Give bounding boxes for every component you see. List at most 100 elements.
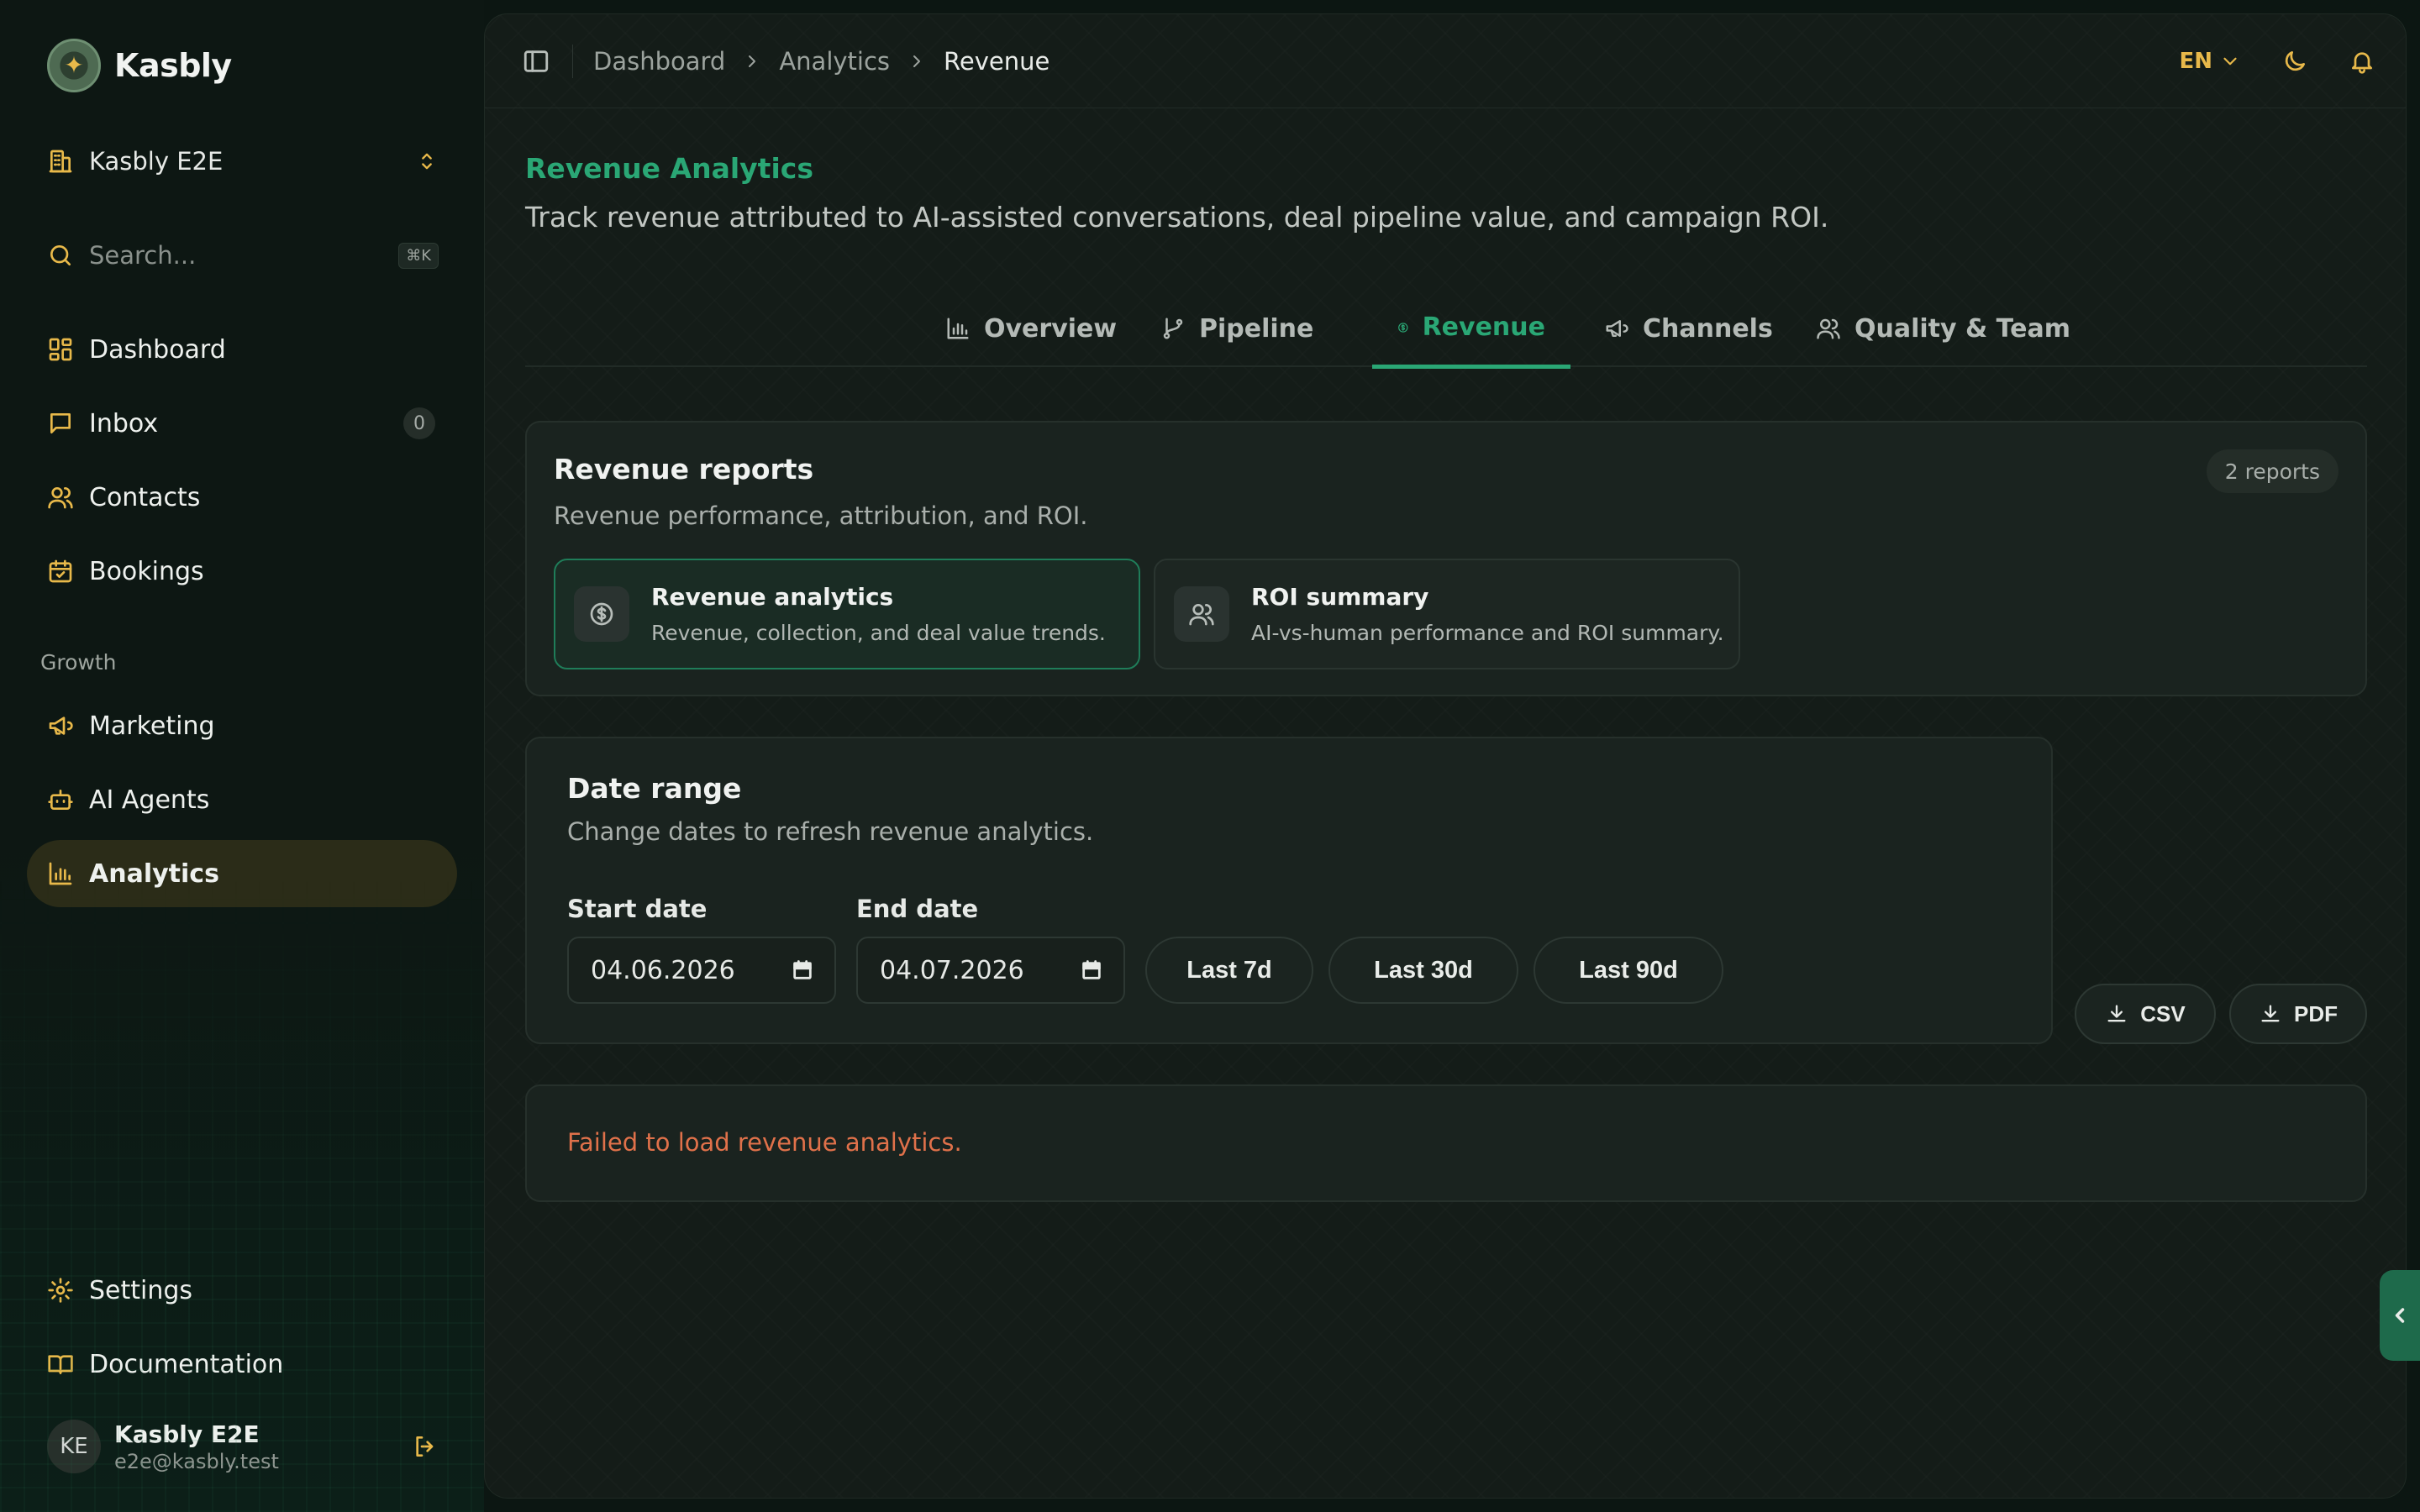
- export-pdf-label: PDF: [2294, 1000, 2338, 1026]
- inbox-icon: [50, 413, 71, 433]
- sidebar-section-growth: Growth: [40, 650, 117, 675]
- sidebar-item-contacts[interactable]: Contacts: [27, 464, 457, 531]
- report-roi-summary[interactable]: ROI summary AI-vs-human performance and …: [1154, 559, 1740, 669]
- download-icon: [2107, 1005, 2126, 1022]
- user-profile: KE Kasbly E2E e2e@kasbly.test: [47, 1416, 439, 1477]
- breadcrumb-dashboard[interactable]: Dashboard: [593, 47, 725, 76]
- chevron-left-icon: [2395, 1308, 2405, 1323]
- brand[interactable]: ✦ Kasbly: [47, 39, 232, 92]
- sidebar-item-inbox[interactable]: Inbox 0: [27, 390, 457, 457]
- moon-icon[interactable]: [2281, 48, 2308, 75]
- building-icon: [49, 150, 72, 173]
- book-icon: [48, 1355, 73, 1374]
- calendar-icon: [49, 559, 72, 583]
- export-csv-button[interactable]: CSV: [2075, 984, 2216, 1044]
- dollar-circle-icon: [590, 602, 613, 626]
- search-icon: [50, 245, 71, 265]
- date-range-subtitle: Change dates to refresh revenue analytic…: [567, 817, 1094, 846]
- bot-icon: [48, 790, 73, 810]
- reports-count-badge: 2 reports: [2206, 449, 2338, 493]
- main-panel: Dashboard Analytics Revenue EN Revenue A…: [484, 13, 2407, 1499]
- tab-overview[interactable]: Overview: [920, 290, 1142, 367]
- breadcrumb-analytics[interactable]: Analytics: [779, 47, 890, 76]
- download-icon: [2261, 1005, 2280, 1022]
- bar-chart-icon: [49, 862, 72, 885]
- chevrons-up-down-icon: [422, 153, 432, 170]
- last-90d-button[interactable]: Last 90d: [1534, 937, 1723, 1004]
- tab-pipeline[interactable]: Pipeline: [1135, 290, 1339, 367]
- calendar-icon[interactable]: [791, 958, 814, 982]
- logout-icon[interactable]: [412, 1433, 439, 1460]
- sidebar-item-documentation[interactable]: Documentation: [27, 1331, 457, 1398]
- sidebar-item-label: Dashboard: [89, 334, 226, 365]
- brand-logo: ✦: [47, 39, 101, 92]
- sidebar-toggle-icon[interactable]: [522, 47, 550, 76]
- megaphone-icon: [1606, 320, 1628, 337]
- sidebar-item-dashboard[interactable]: Dashboard: [27, 316, 457, 383]
- git-branch-icon: [1163, 318, 1183, 339]
- sidebar-item-settings[interactable]: Settings: [27, 1257, 457, 1324]
- search-input[interactable]: Search... ⌘K: [47, 239, 439, 272]
- bell-icon[interactable]: [2349, 48, 2375, 75]
- report-title: ROI summary: [1251, 583, 1429, 611]
- language-label: EN: [2179, 49, 2212, 74]
- report-icon-box: [1174, 586, 1229, 642]
- start-date-input[interactable]: 04.06.2026: [567, 937, 836, 1004]
- megaphone-icon: [49, 717, 73, 735]
- sidebar-item-ai-agents[interactable]: AI Agents: [27, 766, 457, 833]
- brand-name: Kasbly: [114, 47, 232, 84]
- tab-label: Overview: [984, 313, 1118, 344]
- sidebar-item-label: Inbox: [89, 408, 159, 438]
- report-revenue-analytics[interactable]: Revenue analytics Revenue, collection, a…: [554, 559, 1140, 669]
- tab-channels[interactable]: Channels: [1579, 290, 1798, 367]
- contacts-icon: [48, 487, 73, 509]
- reports-title: Revenue reports: [554, 453, 814, 486]
- breadcrumb-revenue: Revenue: [944, 46, 1050, 76]
- topbar: Dashboard Analytics Revenue EN: [485, 14, 2406, 108]
- last-7d-button[interactable]: Last 7d: [1145, 937, 1313, 1004]
- search-shortcut: ⌘K: [398, 242, 439, 269]
- workspace-switcher[interactable]: Kasbly E2E: [47, 144, 439, 178]
- sidebar-item-label: Settings: [89, 1275, 193, 1305]
- report-title: Revenue analytics: [651, 583, 894, 611]
- divider: [572, 44, 573, 78]
- end-date-label: End date: [856, 895, 979, 923]
- page-title: Revenue Analytics: [525, 152, 813, 185]
- sidebar-item-analytics[interactable]: Analytics: [27, 840, 457, 907]
- start-date-value: 04.06.2026: [591, 955, 735, 985]
- sidebar-item-label: AI Agents: [89, 785, 210, 815]
- reports-subtitle: Revenue performance, attribution, and RO…: [554, 501, 1088, 530]
- chevron-right-icon: [749, 55, 756, 67]
- bar-chart-icon: [947, 318, 969, 339]
- tab-label: Revenue: [1422, 312, 1545, 342]
- tab-quality-team[interactable]: Quality & Team: [1791, 290, 2096, 367]
- report-description: Revenue, collection, and deal value tren…: [651, 621, 1106, 645]
- sidebar-item-label: Documentation: [89, 1349, 284, 1379]
- sidebar-item-label: Contacts: [89, 482, 201, 512]
- language-selector[interactable]: EN: [2179, 49, 2241, 74]
- inbox-count-badge: 0: [403, 407, 435, 439]
- sidebar-item-label: Marketing: [89, 711, 215, 741]
- tab-label: Quality & Team: [1854, 313, 2070, 344]
- revenue-reports-card: Revenue reports Revenue performance, att…: [525, 421, 2367, 696]
- sidebar-item-bookings[interactable]: Bookings: [27, 538, 457, 605]
- export-pdf-button[interactable]: PDF: [2229, 984, 2367, 1044]
- date-range-card: Date range Change dates to refresh reven…: [525, 737, 2053, 1044]
- last-30d-button[interactable]: Last 30d: [1328, 937, 1518, 1004]
- users-icon: [1817, 318, 1840, 339]
- dashboard-icon: [49, 338, 72, 361]
- chevron-down-icon: [2223, 57, 2237, 66]
- collapse-panel-tab[interactable]: [2380, 1270, 2420, 1361]
- workspace-name: Kasbly E2E: [89, 147, 224, 176]
- calendar-icon[interactable]: [1080, 958, 1103, 982]
- search-placeholder: Search...: [89, 241, 197, 270]
- export-csv-label: CSV: [2140, 1000, 2186, 1026]
- date-range-title: Date range: [567, 772, 742, 805]
- sidebar-item-marketing[interactable]: Marketing: [27, 692, 457, 759]
- user-name: Kasbly E2E: [114, 1420, 260, 1448]
- dollar-circle-icon: [1398, 322, 1408, 333]
- sidebar-item-label: Bookings: [89, 556, 204, 586]
- tab-revenue[interactable]: Revenue: [1372, 290, 1570, 369]
- end-date-input[interactable]: 04.07.2026: [856, 937, 1125, 1004]
- chevron-right-icon: [913, 55, 921, 67]
